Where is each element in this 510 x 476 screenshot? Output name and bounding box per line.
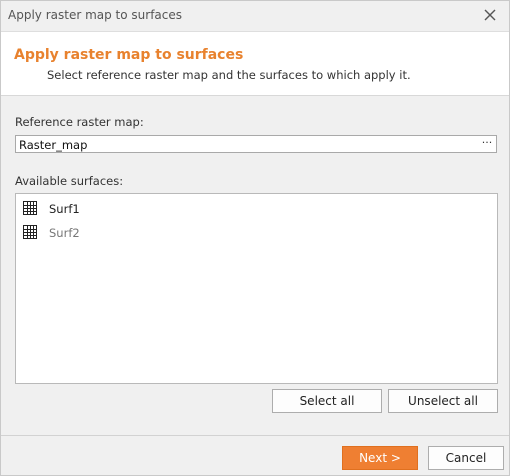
grid-icon — [23, 201, 37, 215]
list-item-surf2[interactable]: Surf2 — [22, 222, 482, 242]
close-icon[interactable] — [481, 6, 499, 24]
reference-raster-value: Raster_map — [19, 138, 88, 152]
window-title: Apply raster map to surfaces — [8, 8, 183, 22]
list-item-label: Surf2 — [49, 226, 80, 240]
list-item-surf1[interactable]: Surf1 — [22, 198, 482, 218]
browse-button[interactable]: ··· — [480, 136, 494, 152]
wizard-header: Apply raster map to surfaces Select refe… — [1, 32, 509, 96]
reference-raster-label: Reference raster map: — [15, 115, 144, 129]
next-button[interactable]: Next > — [342, 446, 418, 470]
footer-divider — [1, 435, 509, 436]
header-title: Apply raster map to surfaces — [14, 47, 244, 63]
dialog-window: Apply raster map to surfaces Apply raste… — [0, 0, 510, 476]
select-all-button[interactable]: Select all — [272, 389, 382, 413]
unselect-all-button[interactable]: Unselect all — [388, 389, 498, 413]
cancel-button[interactable]: Cancel — [428, 446, 504, 470]
grid-icon — [23, 225, 37, 239]
list-item-label: Surf1 — [49, 202, 80, 216]
available-surfaces-label: Available surfaces: — [15, 174, 124, 188]
surfaces-list[interactable]: Surf1 Surf2 — [15, 193, 498, 384]
title-bar: Apply raster map to surfaces — [1, 1, 509, 32]
header-subtitle: Select reference raster map and the surf… — [47, 68, 411, 82]
reference-raster-field[interactable]: Raster_map ··· — [15, 135, 497, 153]
